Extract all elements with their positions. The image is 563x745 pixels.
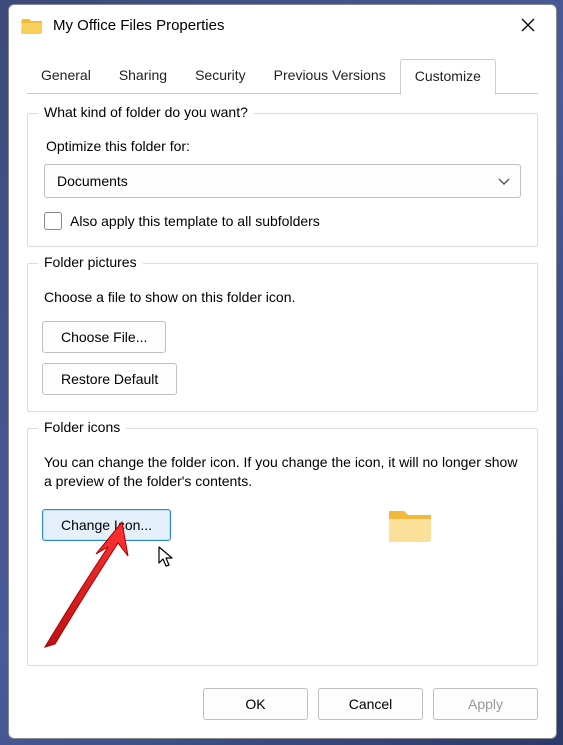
window-title: My Office Files Properties bbox=[53, 17, 508, 34]
tab-previous-versions[interactable]: Previous Versions bbox=[260, 59, 400, 94]
group-folder-kind: What kind of folder do you want? Optimiz… bbox=[27, 113, 538, 247]
optimize-label: Optimize this folder for: bbox=[46, 138, 523, 154]
tab-strip: General Sharing Security Previous Versio… bbox=[9, 59, 556, 95]
group-folder-pictures: Folder pictures Choose a file to show on… bbox=[27, 263, 538, 412]
tab-customize[interactable]: Customize bbox=[400, 59, 496, 95]
folder-preview-icon bbox=[387, 505, 433, 545]
ok-button[interactable]: OK bbox=[203, 688, 308, 720]
restore-default-button[interactable]: Restore Default bbox=[42, 363, 177, 395]
folder-icon bbox=[21, 16, 43, 34]
group-folder-icons: Folder icons You can change the folder i… bbox=[27, 428, 538, 666]
dialog-footer: OK Cancel Apply bbox=[9, 674, 556, 738]
apply-button[interactable]: Apply bbox=[433, 688, 538, 720]
titlebar: My Office Files Properties bbox=[9, 5, 556, 45]
folder-icons-desc: You can change the folder icon. If you c… bbox=[44, 453, 521, 491]
tab-security[interactable]: Security bbox=[181, 59, 260, 94]
cancel-button[interactable]: Cancel bbox=[318, 688, 423, 720]
tab-sharing[interactable]: Sharing bbox=[105, 59, 181, 94]
chevron-down-icon bbox=[498, 173, 510, 189]
group-folder-pictures-legend: Folder pictures bbox=[38, 254, 143, 270]
optimize-select-value: Documents bbox=[57, 173, 128, 189]
choose-file-button[interactable]: Choose File... bbox=[42, 321, 166, 353]
group-folder-icons-legend: Folder icons bbox=[38, 419, 126, 435]
properties-dialog: My Office Files Properties General Shari… bbox=[8, 4, 557, 739]
subfolders-checkbox[interactable] bbox=[44, 212, 62, 230]
subfolders-checkbox-label: Also apply this template to all subfolde… bbox=[70, 213, 320, 229]
tab-content: What kind of folder do you want? Optimiz… bbox=[9, 95, 556, 674]
optimize-select[interactable]: Documents bbox=[44, 164, 521, 198]
group-folder-kind-legend: What kind of folder do you want? bbox=[38, 104, 254, 120]
change-icon-button[interactable]: Change Icon... bbox=[42, 509, 171, 541]
tab-general[interactable]: General bbox=[27, 59, 105, 94]
folder-pictures-desc: Choose a file to show on this folder ico… bbox=[44, 288, 521, 307]
close-button[interactable] bbox=[508, 10, 548, 40]
